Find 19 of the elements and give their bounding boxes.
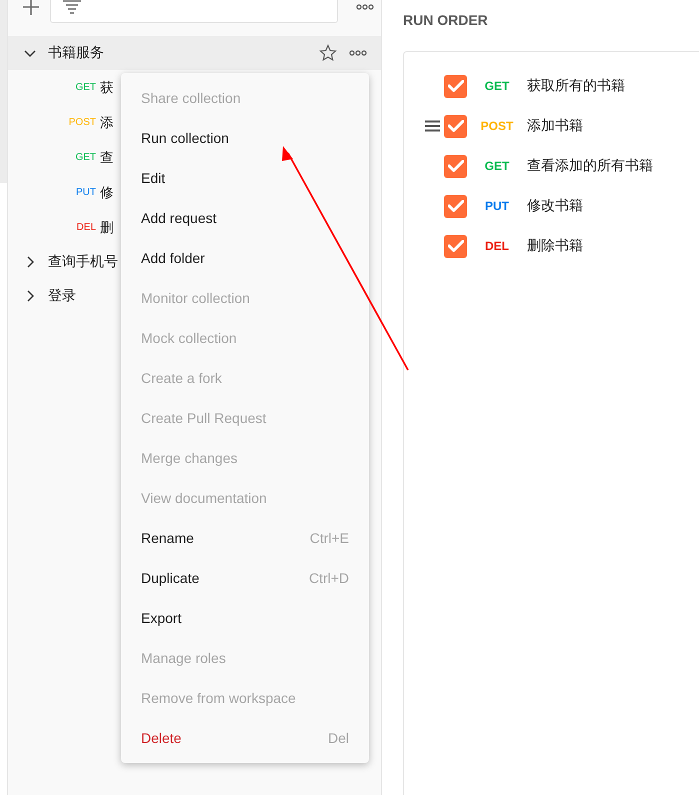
request-name: 添加书籍 — [527, 117, 583, 135]
method-label: GET — [75, 82, 96, 93]
method-label: GET — [75, 152, 96, 163]
method-label: GET — [484, 79, 510, 93]
method-label: POST — [68, 117, 96, 128]
method-label: GET — [484, 159, 510, 173]
method-label: POST — [480, 119, 514, 133]
request-name: 查看添加的所有书籍 — [527, 157, 653, 175]
shortcut-label: Del — [328, 730, 349, 746]
method-label: PUT — [76, 187, 96, 198]
request-name: 修改书籍 — [527, 197, 583, 215]
method-label: PUT — [484, 199, 510, 213]
request-name: 获取所有的书籍 — [527, 77, 625, 95]
shortcut-label: Ctrl+D — [308, 570, 349, 586]
request-name: 删除书籍 — [527, 237, 583, 255]
shortcut-label: Ctrl+E — [310, 530, 349, 546]
section-title: RUN ORDER — [403, 12, 488, 28]
method-label: DEL — [484, 239, 510, 253]
method-label: DEL — [76, 222, 96, 233]
